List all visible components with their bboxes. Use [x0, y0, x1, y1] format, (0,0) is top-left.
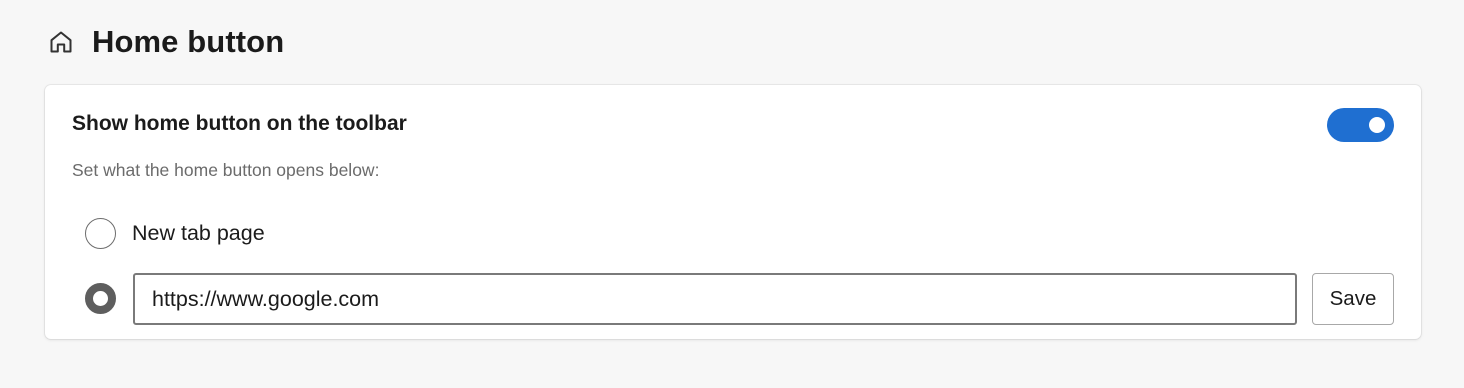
section-title: Home button	[92, 24, 285, 59]
home-icon	[48, 29, 74, 55]
toggle-knob	[1369, 117, 1385, 133]
option-custom-url: Save	[85, 272, 1395, 326]
section-header: Home button	[48, 22, 284, 62]
option-new-tab-page[interactable]: New tab page	[85, 216, 265, 250]
show-home-button-label: Show home button on the toolbar	[72, 112, 407, 135]
url-input[interactable]	[133, 273, 1297, 325]
save-button[interactable]: Save	[1312, 273, 1394, 325]
home-button-settings-card: Show home button on the toolbar Set what…	[45, 85, 1421, 339]
custom-url-radio[interactable]	[85, 283, 116, 314]
new-tab-page-radio[interactable]	[85, 217, 116, 249]
helper-text: Set what the home button opens below:	[72, 160, 380, 180]
new-tab-page-label: New tab page	[132, 220, 265, 245]
show-home-button-toggle[interactable]	[1327, 108, 1394, 142]
